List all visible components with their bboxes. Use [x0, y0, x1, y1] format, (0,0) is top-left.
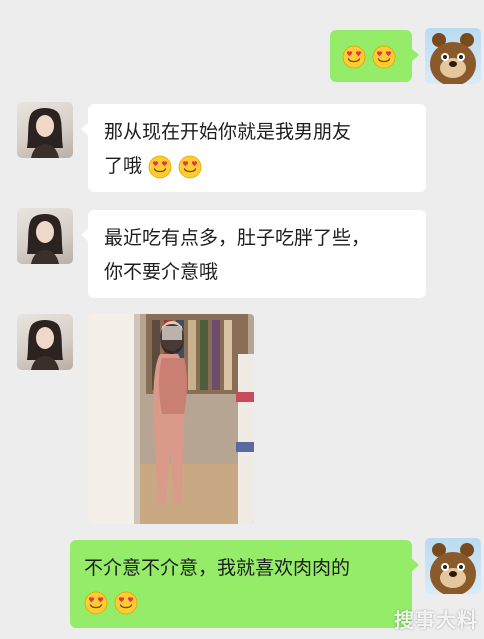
bear-avatar[interactable]: [425, 28, 481, 84]
message-line: 你不要介意哦: [104, 261, 219, 283]
heart-eyes-emoji-icon: [84, 591, 108, 615]
received-message-text[interactable]: 最近吃有点多，肚子吃胖了些， 你不要介意哦: [81, 210, 426, 298]
bear-avatar-icon: [430, 543, 476, 594]
message-line: [84, 585, 398, 619]
message-line: 那从现在开始你就是我男朋友: [104, 121, 352, 143]
girl-avatar[interactable]: [17, 102, 73, 158]
heart-eyes-emoji-icon: [342, 45, 366, 69]
bear-avatar[interactable]: [425, 538, 481, 594]
heart-eyes-emoji-icon: [372, 45, 396, 69]
message-line: 不介意不介意，我就喜欢肉肉的: [84, 557, 351, 579]
girl-avatar-icon: [27, 320, 63, 370]
sent-message-text[interactable]: 不介意不介意，我就喜欢肉肉的: [70, 540, 419, 628]
heart-eyes-emoji-icon: [178, 155, 202, 179]
heart-eyes-emoji-icon: [114, 591, 138, 615]
heart-eyes-emoji-icon: [148, 155, 172, 179]
girl-avatar[interactable]: [17, 314, 73, 370]
message-line: 最近吃有点多，肚子吃胖了些，: [104, 227, 371, 249]
message-line: 了哦: [104, 149, 410, 183]
watermark-text: 搜事大料: [394, 608, 478, 632]
received-message-text[interactable]: 那从现在开始你就是我男朋友 了哦: [81, 104, 426, 192]
received-image-message[interactable]: [88, 314, 254, 524]
girl-avatar-icon: [27, 214, 63, 264]
bear-avatar-icon: [430, 33, 476, 84]
girl-avatar[interactable]: [17, 208, 73, 264]
mirror-selfie-photo: [88, 314, 254, 524]
girl-avatar-icon: [27, 108, 63, 158]
sent-message-emoji[interactable]: [330, 30, 419, 82]
